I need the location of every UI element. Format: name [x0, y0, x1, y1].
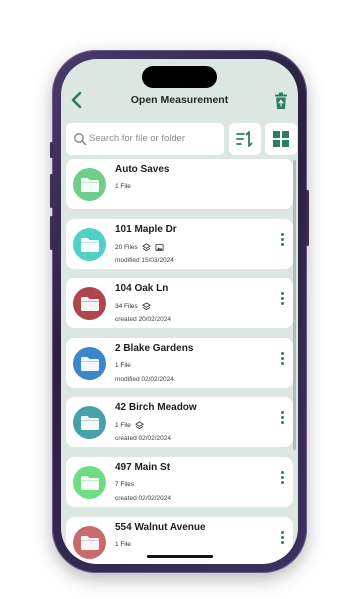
scrollbar[interactable]	[293, 160, 296, 450]
folder-name: 104 Oak Ln	[115, 283, 169, 295]
folder-icon	[73, 525, 106, 559]
phone-volume-up	[50, 174, 53, 208]
folder-card[interactable]: Auto Saves 1 File	[66, 159, 293, 209]
search-input[interactable]: Search for file or folder	[66, 123, 224, 155]
folder-card[interactable]: 42 Birch Meadow 1 File created 02/02/2024	[66, 397, 293, 448]
folder-file-count: 1 File	[115, 540, 131, 548]
folder-file-count-row: 20 Files	[115, 243, 164, 252]
folder-date: modified 15/03/2024	[115, 256, 174, 264]
search-placeholder: Search for file or folder	[89, 133, 186, 144]
trash-icon[interactable]	[274, 92, 288, 110]
folder-card[interactable]: 497 Main St 7 Files created 02/02/2024	[66, 457, 293, 507]
more-options-icon[interactable]	[279, 471, 285, 491]
folder-icon	[73, 287, 106, 321]
more-options-icon[interactable]	[279, 530, 285, 551]
grid-view-icon	[273, 131, 289, 147]
folder-file-count: 34 Files	[115, 303, 138, 311]
folder-file-count: 1 File	[115, 183, 131, 190]
folder-file-count-row: 34 Files	[115, 302, 151, 311]
layers-icon	[141, 243, 151, 252]
phone-volume-down	[50, 216, 53, 250]
phone-power-button	[306, 190, 309, 246]
search-toolbar: Search for file or folder	[66, 123, 297, 155]
layers-icon	[141, 302, 151, 311]
folder-date: created 02/02/2024	[115, 435, 172, 443]
folder-name: 497 Main St	[115, 462, 171, 473]
folder-icon	[73, 466, 106, 499]
chevron-left-icon[interactable]	[70, 90, 88, 112]
sort-button[interactable]	[229, 123, 261, 155]
folder-card[interactable]: 2 Blake Gardens 1 File modified 02/02/2024	[66, 337, 293, 388]
sort-icon	[236, 131, 253, 147]
folder-name: Auto Saves	[115, 164, 170, 175]
phone-side-button	[50, 142, 53, 158]
folder-date: created 20/02/2024	[115, 316, 172, 324]
folder-name: 42 Birch Meadow	[115, 402, 197, 414]
folder-card[interactable]: 104 Oak Ln 34 Files created 20/02/2024	[66, 278, 293, 329]
dynamic-island	[142, 66, 217, 88]
folder-date: created 02/02/2024	[115, 495, 172, 502]
phone-frame: Open Measurement Search for file or fold…	[50, 50, 309, 573]
home-indicator	[147, 555, 213, 558]
folder-file-count-row: 1 File	[115, 421, 144, 430]
folder-name: 2 Blake Gardens	[115, 342, 194, 354]
layers-icon	[135, 421, 144, 430]
folder-file-count-row: 1 File	[115, 362, 131, 369]
folder-card[interactable]: 101 Maple Dr 20 Files modified 15/03/2024	[66, 218, 293, 269]
folder-name: 101 Maple Dr	[115, 223, 177, 235]
folder-file-count: 1 File	[115, 361, 131, 369]
more-options-icon[interactable]	[279, 351, 285, 372]
folder-file-count-row: 1 File	[115, 541, 131, 548]
folder-date: modified 02/02/2024	[115, 375, 174, 383]
more-options-icon[interactable]	[279, 411, 285, 431]
folder-icon	[73, 406, 106, 440]
image-icon	[155, 243, 164, 252]
app-screen: Open Measurement Search for file or fold…	[61, 59, 298, 564]
app-header: Open Measurement	[61, 90, 298, 112]
grid-view-button[interactable]	[265, 123, 297, 155]
folder-icon	[73, 227, 106, 261]
folder-icon	[73, 168, 106, 201]
page-title: Open Measurement	[130, 94, 229, 106]
folder-file-count: 20 Files	[115, 243, 138, 251]
more-options-icon[interactable]	[279, 232, 285, 253]
folder-file-count: 7 Files	[115, 481, 135, 488]
search-icon	[74, 133, 87, 146]
folder-file-count-row: 1 File	[115, 183, 131, 190]
folder-file-count: 1 File	[115, 422, 131, 430]
folder-name: 554 Walnut Avenue	[115, 521, 206, 533]
folder-icon	[73, 346, 106, 380]
folder-list: Auto Saves 1 File 101 Maple Dr 20 Files modi…	[66, 159, 293, 564]
folder-file-count-row: 7 Files	[115, 481, 134, 488]
more-options-icon[interactable]	[279, 292, 285, 312]
